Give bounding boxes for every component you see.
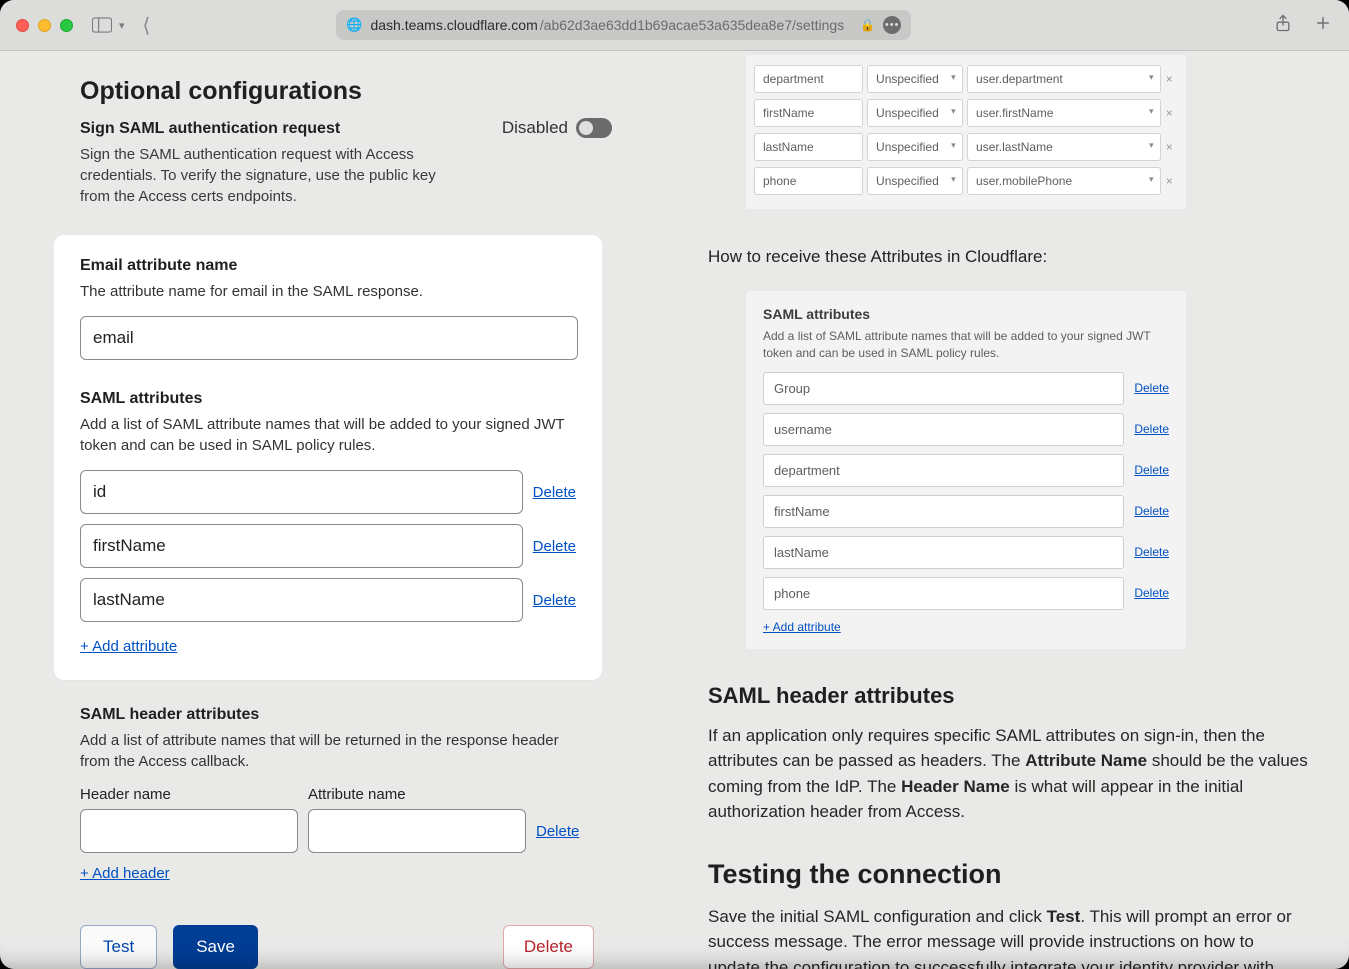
saml-attr-row: Delete <box>80 578 576 622</box>
header-attr-row: Header name Attribute name Delete <box>80 786 612 853</box>
delete-link: Delete <box>1134 422 1169 436</box>
settings-panel: Optional configurations Sign SAML authen… <box>0 51 638 969</box>
saml-attrs-desc: Add a list of SAML attribute names that … <box>80 414 576 456</box>
sign-saml-toggle[interactable] <box>576 118 612 138</box>
browser-chrome: ▾ ⟨ 🌐 dash.teams.cloudflare.com /ab62d3a… <box>0 0 1349 51</box>
sign-saml-row: Sign SAML authentication request Sign th… <box>80 120 612 217</box>
email-attr-desc: The attribute name for email in the SAML… <box>80 281 576 302</box>
email-attr-title: Email attribute name <box>80 257 576 275</box>
url-path: /ab62d3ae63dd1b69acae53a635dea8e7/settin… <box>540 17 844 33</box>
sign-saml-desc: Sign the SAML authentication request wit… <box>80 144 460 207</box>
delete-link: Delete <box>1134 545 1169 559</box>
testing-heading: Testing the connection <box>708 859 1309 890</box>
table-row: lastName Unspecified user.lastName × <box>754 133 1178 161</box>
howto-heading: How to receive these Attributes in Cloud… <box>708 247 1309 267</box>
url-host: dash.teams.cloudflare.com <box>370 17 537 33</box>
ss2-title: SAML attributes <box>763 306 1169 322</box>
minimize-window-button[interactable] <box>38 19 51 32</box>
list-item: usernameDelete <box>763 413 1169 446</box>
back-button[interactable]: ⟨ <box>143 13 151 38</box>
highlighted-card: Email attribute name The attribute name … <box>54 235 602 680</box>
mapping-rule: Unspecified <box>867 167 963 195</box>
page-content: Optional configurations Sign SAML authen… <box>0 51 1349 969</box>
sign-saml-title: Sign SAML authentication request <box>80 120 488 138</box>
add-attribute-button[interactable]: + Add attribute <box>80 638 177 655</box>
saml-attr-input[interactable] <box>80 470 523 514</box>
mapping-src: phone <box>754 167 863 195</box>
mapping-dst: user.mobilePhone <box>967 167 1161 195</box>
add-attribute-link: + Add attribute <box>763 620 841 634</box>
list-item: firstNameDelete <box>763 495 1169 528</box>
header-attrs-paragraph: If an application only requires specific… <box>708 723 1308 825</box>
share-icon[interactable] <box>1273 13 1293 38</box>
new-tab-icon[interactable] <box>1313 13 1333 38</box>
mapping-dst: user.department <box>967 65 1161 93</box>
attribute-name-label: Attribute name <box>308 786 526 803</box>
window-controls <box>16 19 73 32</box>
mapping-src: firstName <box>754 99 863 127</box>
add-header-button[interactable]: + Add header <box>80 865 170 882</box>
delete-link: Delete <box>1134 381 1169 395</box>
mapping-src: department <box>754 65 863 93</box>
sidebar-toggle-icon[interactable] <box>91 14 113 36</box>
list-item: departmentDelete <box>763 454 1169 487</box>
delete-attr-button[interactable]: Delete <box>533 484 576 501</box>
mapping-rule: Unspecified <box>867 133 963 161</box>
mapping-dst: user.lastName <box>967 133 1161 161</box>
saml-header-attrs: SAML header attributes Add a list of att… <box>80 706 612 883</box>
mapping-dst: user.firstName <box>967 99 1161 127</box>
chevron-down-icon[interactable]: ▾ <box>119 19 125 32</box>
toggle-state-label: Disabled <box>502 118 568 138</box>
header-attrs-desc: Add a list of attribute names that will … <box>80 730 580 772</box>
save-button[interactable]: Save <box>173 925 258 969</box>
table-row: phone Unspecified user.mobilePhone × <box>754 167 1178 195</box>
close-icon: × <box>1161 65 1178 93</box>
delete-attr-button[interactable]: Delete <box>533 592 576 609</box>
mapping-table: department Unspecified user.department ×… <box>754 59 1178 201</box>
mapping-src: lastName <box>754 133 863 161</box>
delete-link: Delete <box>1134 504 1169 518</box>
table-row: firstName Unspecified user.firstName × <box>754 99 1178 127</box>
address-bar[interactable]: 🌐 dash.teams.cloudflare.com /ab62d3ae63d… <box>336 10 911 40</box>
list-item: phoneDelete <box>763 577 1169 610</box>
lock-icon: 🔒 <box>860 18 875 32</box>
form-actions: Test Save Delete <box>80 925 612 969</box>
list-item: lastNameDelete <box>763 536 1169 569</box>
saml-attr-input[interactable] <box>80 524 523 568</box>
table-row: department Unspecified user.department × <box>754 65 1178 93</box>
delete-button[interactable]: Delete <box>503 925 594 969</box>
site-settings-icon: 🌐 <box>346 17 362 33</box>
docs-panel: department Unspecified user.department ×… <box>638 51 1349 969</box>
page-actions-icon[interactable]: ••• <box>883 16 901 34</box>
close-icon: × <box>1161 167 1178 195</box>
saml-attr-row: Delete <box>80 470 576 514</box>
email-attr-input[interactable] <box>80 316 578 360</box>
close-window-button[interactable] <box>16 19 29 32</box>
saml-attrs-title: SAML attributes <box>80 390 576 408</box>
saml-attr-input[interactable] <box>80 578 523 622</box>
close-icon: × <box>1161 133 1178 161</box>
saml-attr-row: Delete <box>80 524 576 568</box>
maximize-window-button[interactable] <box>60 19 73 32</box>
browser-window: ▾ ⟨ 🌐 dash.teams.cloudflare.com /ab62d3a… <box>0 0 1349 969</box>
delete-link: Delete <box>1134 463 1169 477</box>
delete-attr-button[interactable]: Delete <box>533 538 576 555</box>
ss2-desc: Add a list of SAML attribute names that … <box>763 328 1169 362</box>
mapping-rule: Unspecified <box>867 65 963 93</box>
section-title: Optional configurations <box>80 77 612 106</box>
testing-paragraph: Save the initial SAML configuration and … <box>708 904 1308 969</box>
list-item: GroupDelete <box>763 372 1169 405</box>
close-icon: × <box>1161 99 1178 127</box>
mapping-screenshot: department Unspecified user.department ×… <box>746 55 1186 209</box>
header-name-input[interactable] <box>80 809 298 853</box>
cloudflare-attrs-screenshot: SAML attributes Add a list of SAML attri… <box>746 291 1186 649</box>
attribute-name-input[interactable] <box>308 809 526 853</box>
delete-link: Delete <box>1134 586 1169 600</box>
header-attrs-title: SAML header attributes <box>80 706 612 724</box>
mapping-rule: Unspecified <box>867 99 963 127</box>
header-attrs-heading: SAML header attributes <box>708 683 1309 709</box>
delete-header-button[interactable]: Delete <box>536 823 579 840</box>
test-button[interactable]: Test <box>80 925 157 969</box>
header-name-label: Header name <box>80 786 298 803</box>
